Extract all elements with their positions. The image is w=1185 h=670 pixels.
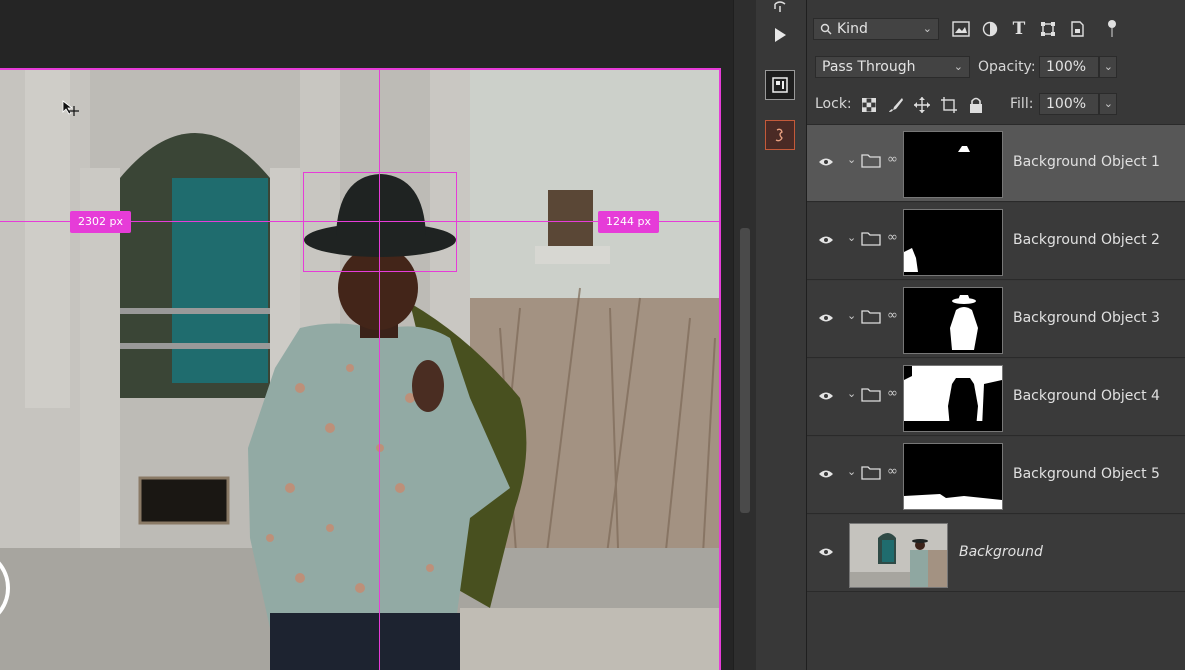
fill-value: 100% <box>1046 96 1087 112</box>
artboard-top-edge <box>0 68 721 70</box>
vertical-scrollbar[interactable] <box>740 228 750 513</box>
opacity-input[interactable]: 100% <box>1039 56 1099 78</box>
fill-input[interactable]: 100% <box>1039 93 1099 115</box>
libraries-icon[interactable] <box>765 120 795 150</box>
folder-icon <box>861 388 881 402</box>
vertical-center-guide <box>379 68 380 670</box>
visibility-eye-icon[interactable] <box>817 465 835 483</box>
layer-name[interactable]: Background Object 2 <box>1013 232 1160 248</box>
right-distance-badge: 1244 px <box>598 211 659 233</box>
layer-thumbnail[interactable] <box>849 523 948 588</box>
properties-icon[interactable] <box>765 70 795 100</box>
layer-row[interactable]: ⌄ ∞ Background Object 3 <box>807 281 1185 358</box>
visibility-eye-icon[interactable] <box>817 153 835 171</box>
layer-row[interactable]: ⌄ ∞ Background Object 4 <box>807 359 1185 436</box>
layer-name[interactable]: Background Object 4 <box>1013 388 1160 404</box>
left-distance-badge: 2302 px <box>70 211 131 233</box>
opacity-value: 100% <box>1046 59 1087 75</box>
artboard-right-edge <box>719 68 721 670</box>
document-image[interactable]: 2302 px 1244 px <box>0 68 721 670</box>
layer-mask-thumbnail[interactable] <box>903 365 1003 432</box>
visibility-eye-icon[interactable] <box>817 309 835 327</box>
expand-chevron-icon[interactable]: ⌄ <box>847 387 856 400</box>
opacity-label: Opacity: <box>978 59 1036 75</box>
lock-position-icon[interactable] <box>911 94 933 116</box>
filter-shape-icon[interactable] <box>1037 18 1059 40</box>
layer-name[interactable]: Background Object 1 <box>1013 154 1160 170</box>
folder-icon <box>861 232 881 246</box>
filter-toggle-icon[interactable] <box>1101 18 1123 40</box>
layer-row[interactable]: ⌄ ∞ Background Object 2 <box>807 203 1185 280</box>
search-icon <box>820 23 832 35</box>
lock-all-icon[interactable] <box>965 94 987 116</box>
layer-mask-thumbnail[interactable] <box>903 443 1003 510</box>
lock-artboard-icon[interactable] <box>938 94 960 116</box>
link-icon[interactable]: ∞ <box>887 308 898 323</box>
layers-panel: Kind ⌄ T Pass Through ⌄ Opacity: 100% ⌄ … <box>807 0 1185 670</box>
layer-row[interactable]: ⌄ ∞ Background Object 1 <box>807 125 1185 202</box>
expand-chevron-icon[interactable]: ⌄ <box>847 231 856 244</box>
link-icon[interactable]: ∞ <box>887 230 898 245</box>
layer-mask-thumbnail[interactable] <box>903 131 1003 198</box>
chevron-down-icon: ⌄ <box>1103 60 1113 73</box>
expand-chevron-icon[interactable]: ⌄ <box>847 465 856 478</box>
folder-icon <box>861 154 881 168</box>
layer-row[interactable]: ⌄ ∞ Background Object 5 <box>807 437 1185 514</box>
layer-name[interactable]: Background <box>959 544 1043 560</box>
filter-pixel-icon[interactable] <box>950 18 972 40</box>
fill-label: Fill: <box>1010 96 1034 112</box>
photo-illustration <box>0 68 721 670</box>
selection-bounding-box[interactable] <box>303 172 457 272</box>
opacity-dropdown-button[interactable]: ⌄ <box>1099 56 1117 78</box>
canvas-scroll-strip[interactable] <box>733 0 756 670</box>
link-icon[interactable]: ∞ <box>887 464 898 479</box>
chevron-down-icon: ⌄ <box>1103 97 1113 110</box>
fill-dropdown-button[interactable]: ⌄ <box>1099 93 1117 115</box>
lock-transparent-pixels-icon[interactable] <box>858 94 880 116</box>
filter-kind-dropdown[interactable]: Kind ⌄ <box>813 18 939 40</box>
panel-dock-toolbar <box>756 0 807 670</box>
filter-kind-label: Kind <box>837 21 868 37</box>
folder-icon <box>861 466 881 480</box>
layer-mask-thumbnail[interactable] <box>903 287 1003 354</box>
visibility-eye-icon[interactable] <box>817 231 835 249</box>
visibility-eye-icon[interactable] <box>817 543 835 561</box>
layer-row[interactable]: Background <box>807 515 1185 592</box>
play-icon[interactable] <box>765 20 795 50</box>
blend-mode-label: Pass Through <box>822 59 916 75</box>
lock-image-pixels-icon[interactable] <box>885 94 907 116</box>
lock-label: Lock: <box>815 96 852 112</box>
chevron-down-icon: ⌄ <box>922 22 932 35</box>
visibility-eye-icon[interactable] <box>817 387 835 405</box>
chevron-down-icon: ⌄ <box>953 60 963 73</box>
layer-name[interactable]: Background Object 3 <box>1013 310 1160 326</box>
link-icon[interactable]: ∞ <box>887 386 898 401</box>
folder-icon <box>861 310 881 324</box>
filter-adjustment-icon[interactable] <box>979 18 1001 40</box>
canvas-area[interactable]: 2302 px 1244 px <box>0 0 733 670</box>
move-cursor-icon <box>62 100 79 116</box>
filter-smart-object-icon[interactable] <box>1066 18 1088 40</box>
link-icon[interactable]: ∞ <box>887 152 898 167</box>
layer-mask-thumbnail[interactable] <box>903 209 1003 276</box>
blend-mode-dropdown[interactable]: Pass Through ⌄ <box>815 56 970 78</box>
expand-chevron-icon[interactable]: ⌄ <box>847 309 856 322</box>
expand-chevron-icon[interactable]: ⌄ <box>847 153 856 166</box>
filter-type-icon[interactable]: T <box>1008 18 1030 40</box>
layer-name[interactable]: Background Object 5 <box>1013 466 1160 482</box>
